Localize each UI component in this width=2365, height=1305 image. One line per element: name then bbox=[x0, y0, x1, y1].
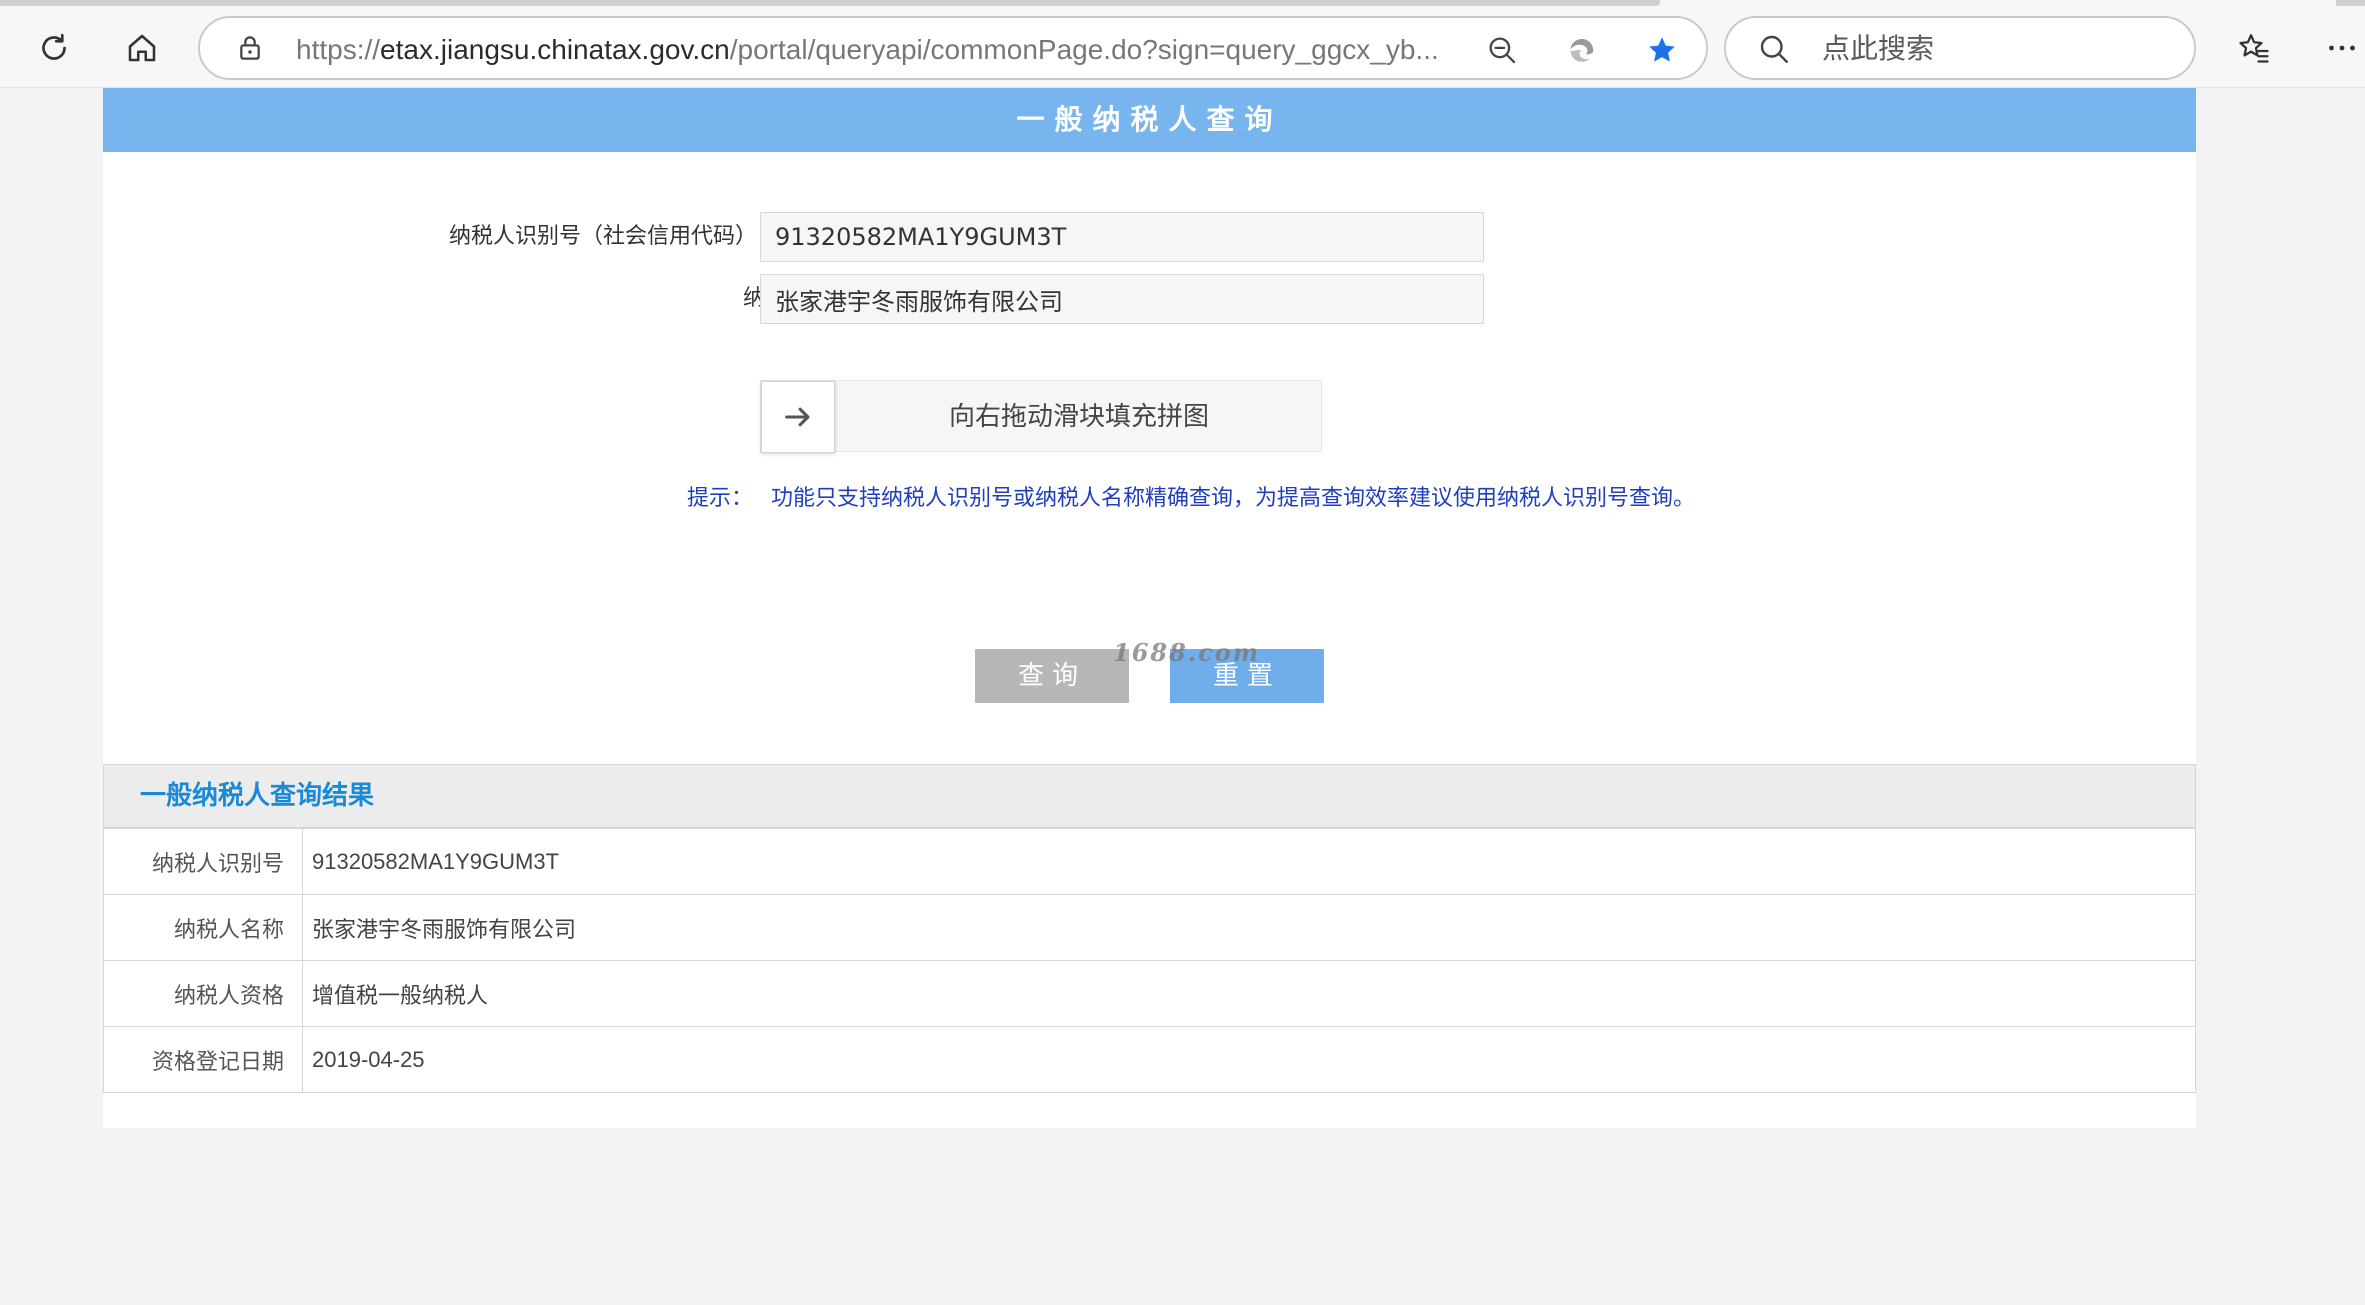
more-dots-icon bbox=[2329, 45, 2355, 51]
home-icon bbox=[128, 34, 156, 62]
captcha-slider[interactable]: 向右拖动滑块填充拼图 bbox=[760, 380, 1322, 453]
horizontal-scrollbar[interactable] bbox=[0, 0, 1660, 6]
page-gutter bbox=[2196, 88, 2365, 1305]
tip-content: 功能只支持纳税人识别号或纳税人名称精确查询，为提高查询效率建议使用纳税人识别号查… bbox=[771, 486, 1696, 511]
tip-text: 提示： 功能只支持纳税人识别号或纳税人名称精确查询，为提高查询效率建议使用纳税人识… bbox=[687, 484, 1695, 514]
watermark: 1688.com bbox=[1113, 638, 1261, 667]
url-path: /portal/queryapi/commonPage.do?sign=quer… bbox=[729, 34, 1439, 65]
taxpayer-id-input[interactable] bbox=[760, 212, 1484, 262]
lock-icon[interactable] bbox=[234, 32, 266, 64]
favorites-button[interactable] bbox=[2228, 22, 2280, 74]
row-value: 张家港宇冬雨服饰有限公司 bbox=[302, 894, 2196, 961]
edge-logo-icon bbox=[1570, 38, 1594, 62]
row-value: 增值税一般纳税人 bbox=[302, 960, 2196, 1027]
address-bar[interactable]: https://etax.jiangsu.chinatax.gov.cn/por… bbox=[198, 16, 1708, 80]
page-title: 一般纳税人查询 bbox=[103, 88, 2196, 152]
slider-handle[interactable] bbox=[761, 381, 835, 453]
query-button[interactable]: 查询 bbox=[975, 649, 1129, 703]
table-row: 纳税人识别号 91320582MA1Y9GUM3T bbox=[103, 828, 2196, 895]
slider-instruction: 向右拖动滑块填充拼图 bbox=[948, 402, 1209, 432]
more-menu-button[interactable] bbox=[2316, 22, 2365, 74]
zoom-button[interactable] bbox=[1480, 28, 1524, 72]
search-box[interactable]: 点此搜索 bbox=[1724, 16, 2196, 80]
table-row: 纳税人资格 增值税一般纳税人 bbox=[103, 960, 2196, 1027]
refresh-button[interactable] bbox=[28, 22, 80, 74]
row-key: 纳税人识别号 bbox=[103, 828, 303, 895]
url-host: etax.jiangsu.chinatax.gov.cn bbox=[380, 34, 730, 65]
favorite-button[interactable] bbox=[1640, 28, 1684, 72]
browser-toolbar: https://etax.jiangsu.chinatax.gov.cn/por… bbox=[0, 0, 2365, 88]
table-row: 资格登记日期 2019-04-25 bbox=[103, 1026, 2196, 1093]
row-key: 纳税人名称 bbox=[103, 894, 303, 961]
page-content: 一般纳税人查询 纳税人识别号（社会信用代码） 纳税人名称 向右拖动滑块填充拼图 … bbox=[103, 88, 2196, 1128]
row-key: 纳税人资格 bbox=[103, 960, 303, 1027]
url-scheme: https:// bbox=[296, 34, 381, 65]
result-table: 纳税人识别号 91320582MA1Y9GUM3T 纳税人名称 张家港宇冬雨服饰… bbox=[103, 828, 2196, 1093]
result-title: 一般纳税人查询结果 bbox=[140, 781, 375, 811]
table-row: 纳税人名称 张家港宇冬雨服饰有限公司 bbox=[103, 894, 2196, 961]
horizontal-scrollbar-end bbox=[2336, 0, 2365, 6]
arrow-right-icon bbox=[785, 407, 810, 427]
refresh-icon bbox=[42, 33, 66, 60]
url-text[interactable]: https://etax.jiangsu.chinatax.gov.cn/por… bbox=[296, 32, 1476, 68]
search-placeholder: 点此搜索 bbox=[1822, 32, 1935, 65]
row-value: 91320582MA1Y9GUM3T bbox=[302, 828, 2196, 895]
row-key: 资格登记日期 bbox=[103, 1026, 303, 1093]
row-value: 2019-04-25 bbox=[302, 1026, 2196, 1093]
zoom-out-icon bbox=[1489, 37, 1516, 64]
star-filled-icon bbox=[1649, 37, 1675, 62]
home-button[interactable] bbox=[116, 22, 168, 74]
search-icon bbox=[1760, 35, 1788, 63]
taxpayer-name-input[interactable] bbox=[760, 274, 1484, 324]
favorites-list-icon bbox=[2239, 34, 2269, 63]
tip-label: 提示： bbox=[687, 486, 754, 511]
result-header: 一般纳税人查询结果 bbox=[103, 764, 2196, 828]
app-available-button[interactable] bbox=[1560, 28, 1604, 72]
